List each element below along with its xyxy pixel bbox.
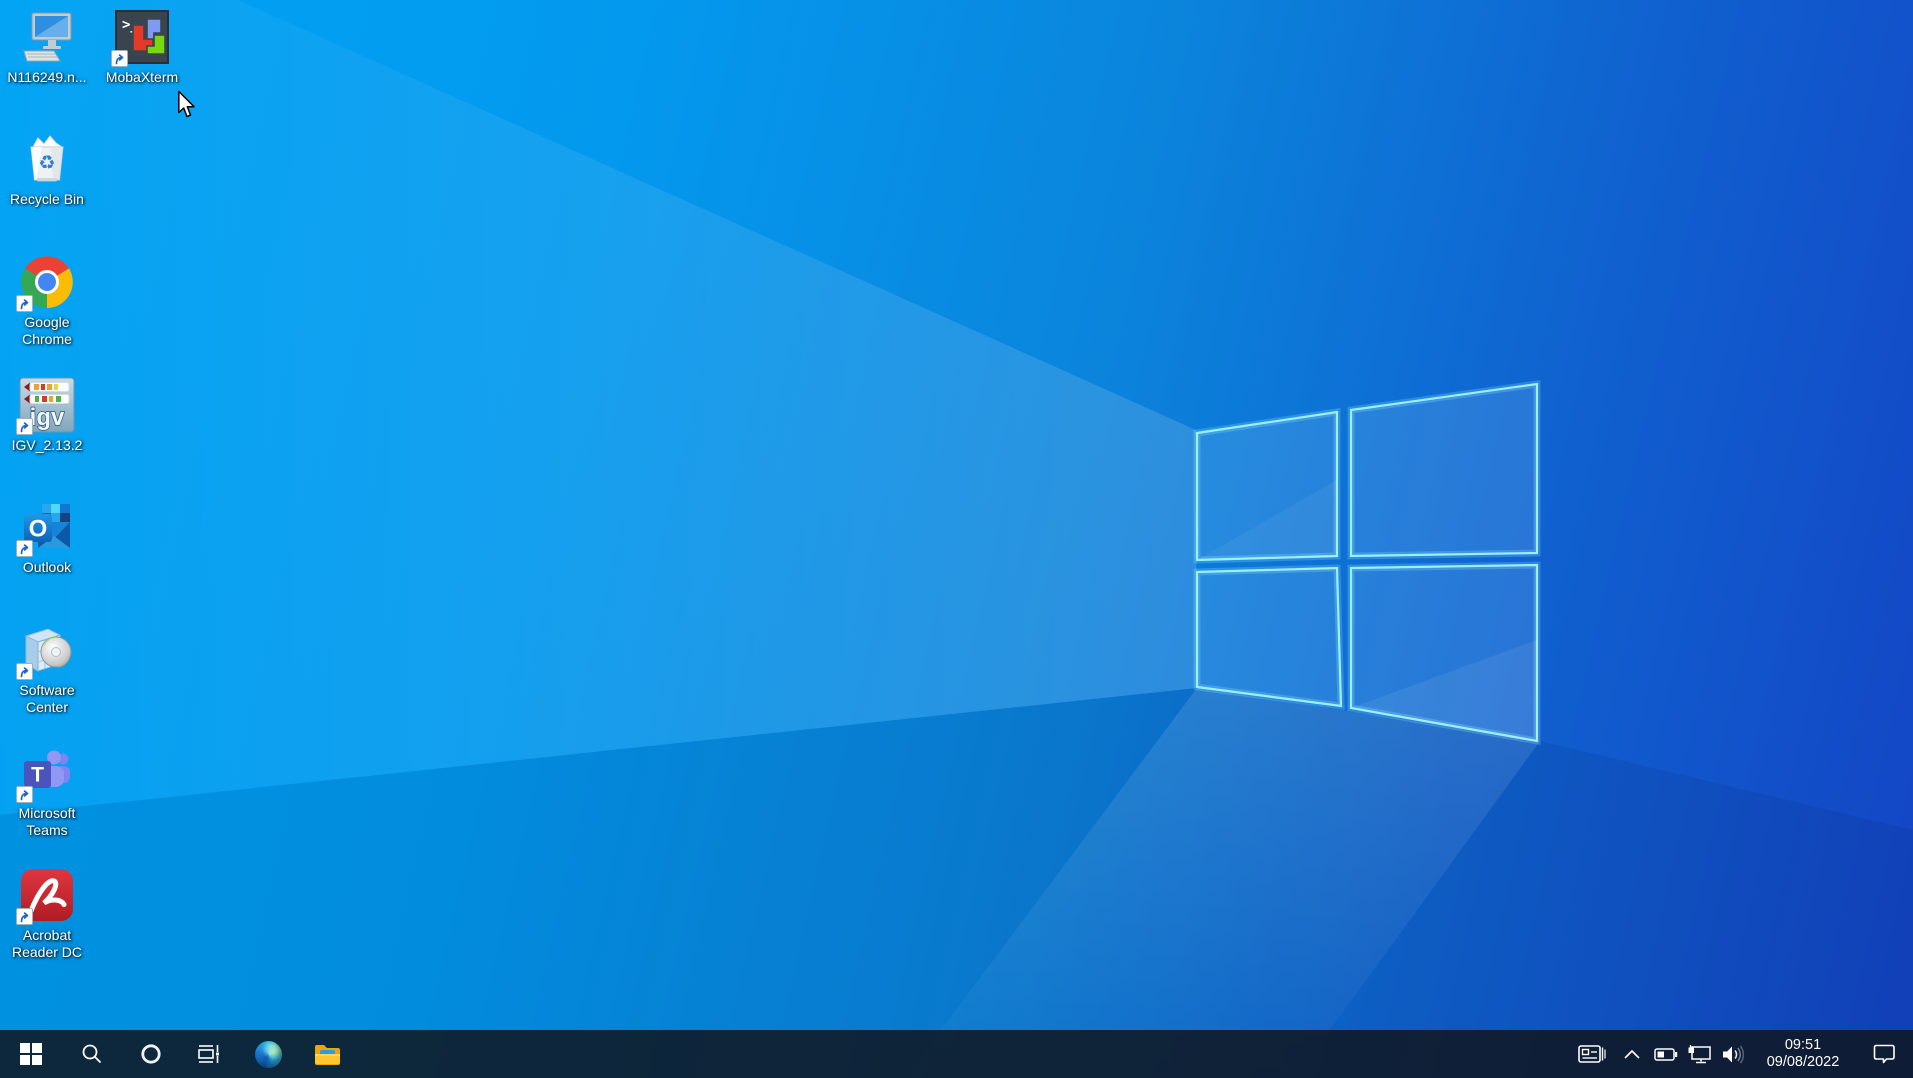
taskbar: 09:51 09/08/2022 xyxy=(0,1030,1913,1078)
action-center-button[interactable] xyxy=(1855,1030,1913,1078)
wired-network-icon xyxy=(1688,1045,1711,1064)
taskbar-clock[interactable]: 09:51 09/08/2022 xyxy=(1751,1037,1855,1071)
svg-text:igv: igv xyxy=(30,404,65,431)
taskbar-empty-area[interactable] xyxy=(357,1030,1569,1078)
battery-icon xyxy=(1654,1045,1678,1064)
icon-label: Microsoft Teams xyxy=(1,805,93,838)
svg-text:♻: ♻ xyxy=(38,153,55,174)
battery-status-button[interactable] xyxy=(1649,1030,1683,1078)
search-button[interactable] xyxy=(62,1030,121,1078)
desktop-icon-igv[interactable]: igv IGV_2.13.2 xyxy=(1,376,93,454)
cortana-button[interactable] xyxy=(121,1030,180,1078)
shortcut-arrow-icon xyxy=(16,540,33,557)
network-status-button[interactable] xyxy=(1683,1030,1715,1078)
icon-label: Outlook xyxy=(23,559,71,576)
desktop-icon-outlook[interactable]: O Outlook xyxy=(1,498,93,576)
windows-flag-icon xyxy=(20,1043,42,1065)
file-explorer-icon xyxy=(314,1043,341,1065)
desktop-surface[interactable]: N116249.n... >_ MobaXterm xyxy=(0,0,1913,1030)
chevron-up-icon xyxy=(1624,1050,1640,1059)
edge-button[interactable] xyxy=(239,1030,298,1078)
icon-label: N116249.n... xyxy=(7,69,86,86)
desktop-icon-recycle-bin[interactable]: ♻ Recycle Bin xyxy=(1,130,93,208)
volume-button[interactable] xyxy=(1715,1030,1751,1078)
icon-label: Acrobat Reader DC xyxy=(1,927,93,960)
desktop-icon-acrobat-reader[interactable]: Acrobat Reader DC xyxy=(1,866,93,960)
shortcut-arrow-icon xyxy=(16,786,33,803)
start-button[interactable] xyxy=(0,1030,62,1078)
icon-label: Google Chrome xyxy=(1,314,93,347)
shortcut-arrow-icon xyxy=(16,908,33,925)
desktop-icon-mobaxterm[interactable]: >_ MobaXterm xyxy=(96,8,188,86)
edge-icon xyxy=(255,1041,282,1068)
svg-text:T: T xyxy=(31,764,44,787)
desktop-icon-computer[interactable]: N116249.n... xyxy=(1,8,93,86)
show-hidden-icons-button[interactable] xyxy=(1615,1030,1649,1078)
task-view-button[interactable] xyxy=(180,1030,239,1078)
desktop-icon-microsoft-teams[interactable]: T Microsoft Teams xyxy=(1,744,93,838)
news-and-interests-button[interactable] xyxy=(1569,1030,1615,1078)
shortcut-arrow-icon xyxy=(111,50,128,67)
speaker-icon xyxy=(1722,1045,1744,1064)
action-center-icon xyxy=(1873,1044,1896,1064)
clock-time: 09:51 xyxy=(1755,1037,1851,1054)
icon-label: IGV_2.13.2 xyxy=(12,437,83,454)
shortcut-arrow-icon xyxy=(16,295,33,312)
search-icon xyxy=(81,1043,103,1065)
windows-desktop: { "desktop": { "icons": [ { "id": "compu… xyxy=(0,0,1913,1078)
icon-label: MobaXterm xyxy=(106,69,178,86)
desktop-icon-google-chrome[interactable]: Google Chrome xyxy=(1,253,93,347)
shortcut-arrow-icon xyxy=(16,418,33,435)
file-explorer-button[interactable] xyxy=(298,1030,357,1078)
icon-label: Recycle Bin xyxy=(10,191,84,208)
svg-text:O: O xyxy=(29,516,48,543)
system-tray: 09:51 09/08/2022 xyxy=(1569,1030,1913,1078)
task-view-icon xyxy=(198,1043,221,1065)
cortana-ring-icon xyxy=(139,1042,163,1066)
icon-label: Software Center xyxy=(1,682,93,715)
computer-icon xyxy=(18,8,76,66)
clock-date: 09/08/2022 xyxy=(1755,1054,1851,1071)
recycle-bin-icon: ♻ xyxy=(18,130,76,188)
shortcut-arrow-icon xyxy=(16,663,33,680)
news-and-interests-icon xyxy=(1578,1044,1606,1065)
desktop-icon-software-center[interactable]: Software Center xyxy=(1,621,93,715)
mouse-cursor xyxy=(177,90,197,125)
